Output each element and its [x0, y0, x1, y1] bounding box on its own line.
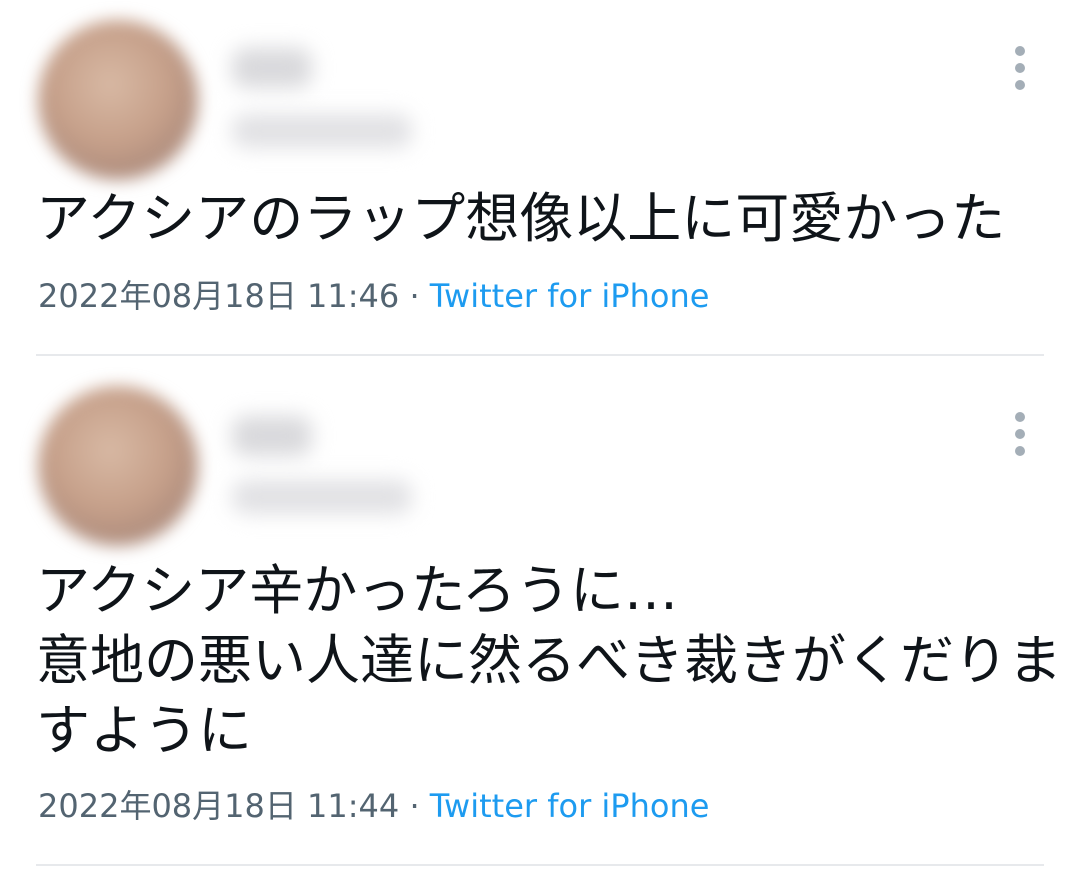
avatar[interactable]: [38, 20, 198, 180]
tweet-source-link[interactable]: Twitter for iPhone: [430, 787, 710, 825]
tweet-text: アクシア辛かったろうに… 意地の悪い人達に然るべき裁きがくだりますように: [36, 559, 1062, 762]
dot: [1015, 412, 1025, 422]
dot: [1015, 63, 1025, 73]
dot: [1015, 429, 1025, 439]
tweet-timestamp[interactable]: 2022年08月18日 11:44: [38, 787, 399, 825]
dot: [1015, 80, 1025, 90]
tweet-meta: 2022年08月18日 11:44 · Twitter for iPhone: [38, 786, 709, 826]
tweet-source-link[interactable]: Twitter for iPhone: [430, 277, 710, 315]
divider: [36, 864, 1044, 866]
more-options-icon[interactable]: [1008, 412, 1032, 456]
avatar[interactable]: [38, 386, 198, 546]
blurred-username: [232, 114, 412, 148]
meta-separator: ·: [409, 787, 420, 825]
more-options-icon[interactable]: [1008, 46, 1032, 90]
meta-separator: ·: [409, 277, 420, 315]
blurred-display-name: [232, 416, 312, 456]
blurred-username: [232, 480, 412, 514]
tweet-meta: 2022年08月18日 11:46 · Twitter for iPhone: [38, 276, 709, 316]
tweet-item[interactable]: アクシアのラップ想像以上に可愛かった 2022年08月18日 11:46 · T…: [0, 0, 1080, 356]
tweet-item[interactable]: アクシア辛かったろうに… 意地の悪い人達に然るべき裁きがくだりますように 202…: [0, 356, 1080, 866]
tweet-timestamp[interactable]: 2022年08月18日 11:46: [38, 277, 399, 315]
tweet-text: アクシアのラップ想像以上に可愛かった: [36, 187, 1006, 250]
dot: [1015, 446, 1025, 456]
dot: [1015, 46, 1025, 56]
blurred-display-name: [232, 48, 312, 88]
